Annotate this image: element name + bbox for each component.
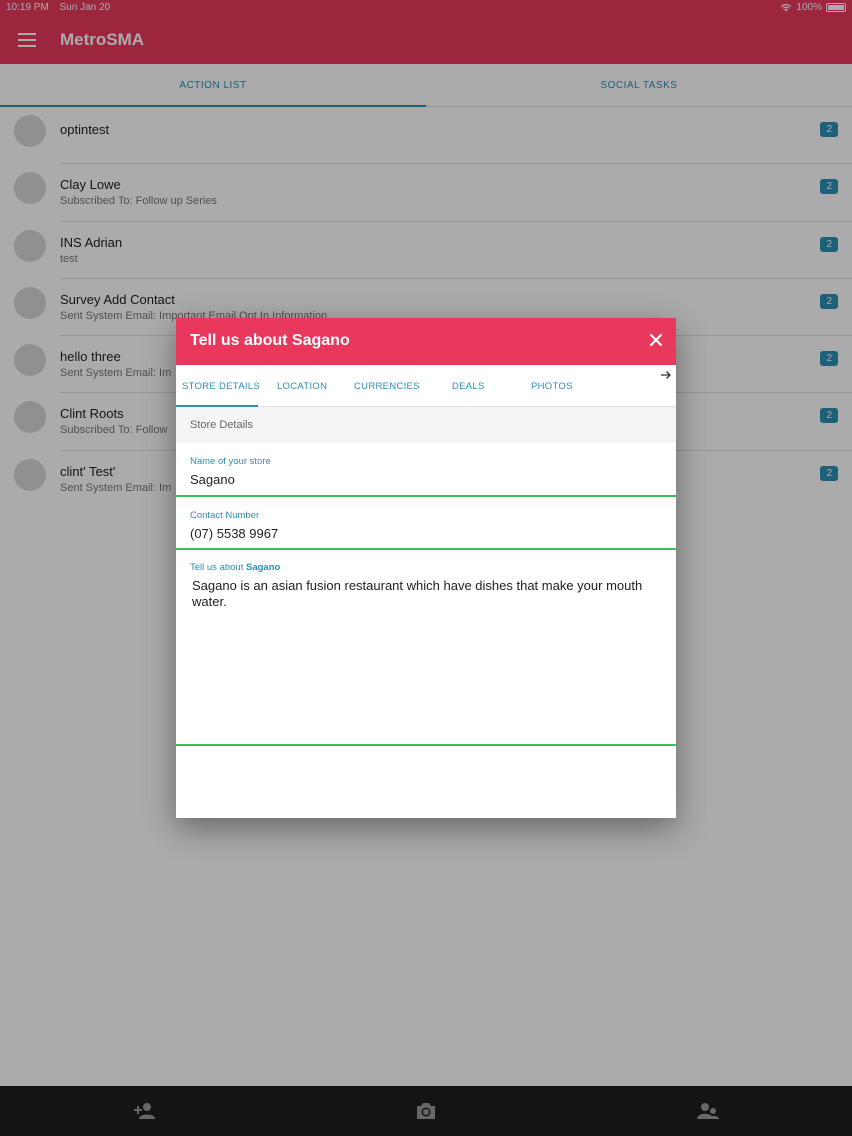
about-label-name: Sagano	[245, 562, 281, 573]
section-title: Store Details	[176, 407, 676, 443]
tab-currencies[interactable]: CURRENCIES	[354, 381, 420, 392]
tab-photos[interactable]: PHOTOS	[531, 381, 573, 392]
close-icon[interactable]	[648, 332, 664, 348]
about-label: Tell us about Sagano	[190, 562, 662, 573]
store-name-field: Name of your store	[176, 443, 676, 497]
tab-deals[interactable]: DEALS	[452, 381, 485, 392]
store-name-label: Name of your store	[190, 456, 271, 467]
about-textarea[interactable]: Sagano is an asian fusion restaurant whi…	[190, 578, 662, 738]
contact-number-field: Contact Number	[176, 497, 676, 550]
tab-location[interactable]: LOCATION	[277, 381, 327, 392]
field-underline	[176, 744, 676, 746]
about-field: Tell us about Sagano Sagano is an asian …	[176, 550, 676, 746]
arrow-right-icon[interactable]	[660, 369, 672, 381]
contact-number-label: Contact Number	[190, 510, 260, 521]
active-tab-indicator	[176, 405, 258, 407]
dialog-header: Tell us about Sagano	[176, 318, 676, 365]
tab-store-details[interactable]: STORE DETAILS	[182, 381, 260, 392]
store-name-input[interactable]	[190, 472, 662, 487]
contact-number-input[interactable]	[190, 526, 662, 541]
dialog-tabs: STORE DETAILS LOCATION CURRENCIES DEALS …	[176, 365, 676, 407]
store-details-dialog: Tell us about Sagano STORE DETAILS LOCAT…	[176, 318, 676, 818]
about-label-prefix: Tell us about	[190, 562, 244, 573]
dialog-title: Tell us about Sagano	[190, 332, 350, 349]
